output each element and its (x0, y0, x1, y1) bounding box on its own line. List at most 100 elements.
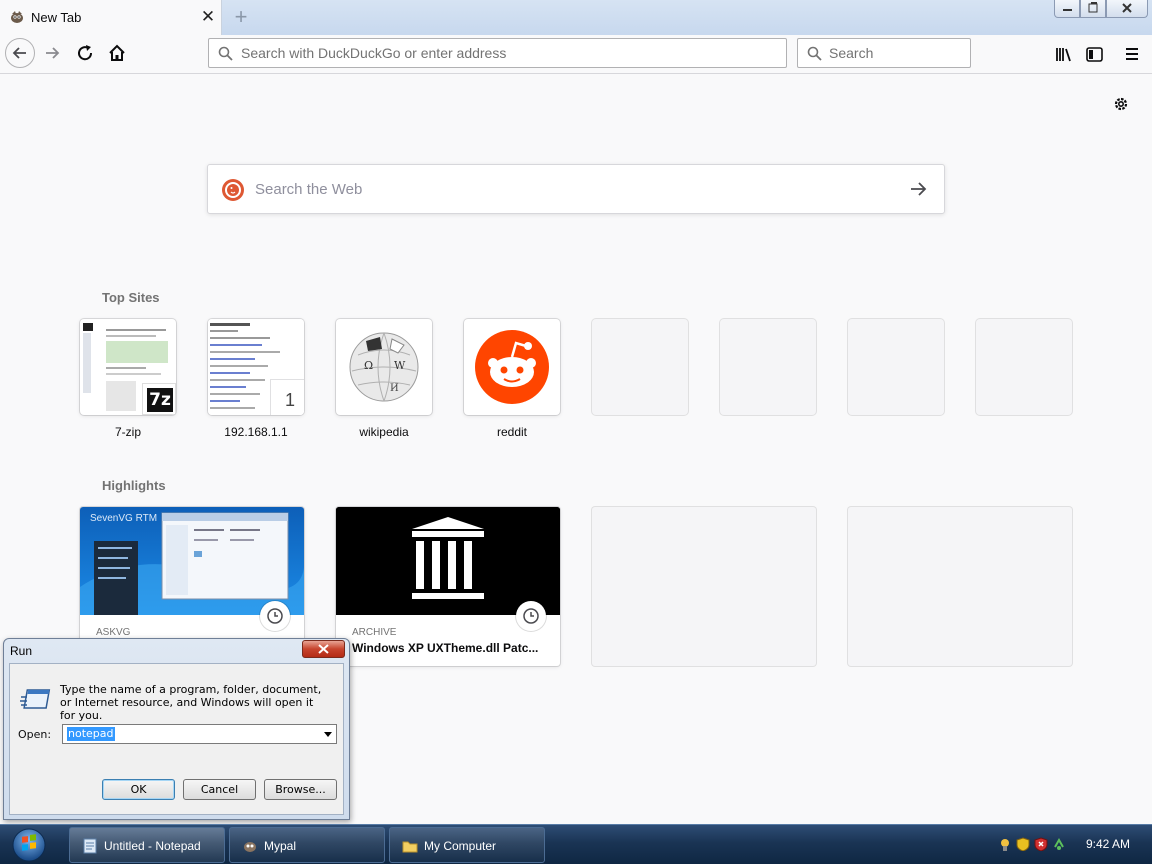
topsite-label: reddit (496, 425, 528, 439)
highlight-image-caption: SevenVG RTM (90, 513, 158, 524)
run-titlebar[interactable]: Run (4, 639, 349, 661)
highlight-empty (592, 507, 816, 666)
internet-archive-logo-icon (336, 507, 560, 615)
topsite-label: 192.168.1.1 (224, 425, 288, 439)
web-search-box[interactable] (207, 164, 945, 214)
topsite-wikipedia[interactable]: Ω W И (336, 319, 432, 415)
topsite-reddit[interactable] (464, 319, 560, 415)
restore-icon (1088, 2, 1098, 13)
run-program-icon (20, 689, 51, 709)
topsite-empty[interactable] (976, 319, 1072, 415)
open-combobox[interactable]: notepad (62, 724, 337, 744)
menu-icon (1126, 48, 1138, 60)
cancel-button[interactable]: Cancel (183, 779, 256, 800)
topsites-title: Top Sites (102, 290, 160, 305)
ok-button[interactable]: OK (102, 779, 175, 800)
start-button-icon[interactable] (10, 827, 48, 863)
browse-button[interactable]: Browse... (264, 779, 337, 800)
run-description: Type the name of a program, folder, docu… (60, 683, 322, 722)
highlight-title: Windows XP UXTheme.dll Patc... (352, 641, 539, 655)
menu-button[interactable] (1119, 41, 1147, 69)
highlight-source: ARCHIVE (352, 627, 397, 638)
run-body: Type the name of a program, folder, docu… (9, 663, 344, 815)
highlight-source: ASKVG (96, 627, 131, 638)
run-dialog: Run Type the name of a program, folder, … (3, 638, 350, 820)
mypal-favicon-icon (11, 11, 23, 23)
task-label: My Computer (424, 839, 497, 853)
folder-icon (402, 841, 418, 853)
topsite-label: 7-zip (114, 425, 141, 439)
search-icon (807, 46, 822, 61)
back-icon (12, 47, 26, 59)
minimize-button[interactable] (1054, 0, 1080, 18)
taskbar-my-computer[interactable]: My Computer (389, 827, 545, 863)
reload-icon (78, 45, 93, 61)
sidebar-icon (1086, 47, 1103, 62)
back-button[interactable] (5, 38, 35, 68)
open-label: Open: (18, 728, 52, 741)
clock-icon (516, 601, 546, 631)
highlight-card-archive[interactable]: ARCHIVE Windows XP UXTheme.dll Patc... (336, 507, 560, 666)
home-button[interactable] (104, 41, 132, 69)
minimize-icon (1063, 9, 1072, 11)
mypal-icon (244, 842, 256, 852)
home-icon (109, 44, 125, 61)
task-label: Mypal (264, 839, 297, 853)
url-bar[interactable] (208, 38, 787, 68)
forward-button[interactable] (40, 41, 68, 69)
navigation-toolbar (0, 35, 1152, 74)
reload-button[interactable] (72, 41, 100, 69)
url-input[interactable] (241, 39, 781, 67)
open-input-value[interactable]: notepad (67, 727, 115, 741)
topsite-empty[interactable] (720, 319, 816, 415)
highlight-thumbnail: SevenVG RTM (80, 507, 304, 615)
tab-new-tab[interactable]: New Tab ✕ (0, 0, 222, 35)
gear-icon[interactable] (1112, 95, 1130, 113)
topsite-7zip[interactable]: 7z (80, 319, 176, 415)
svg-text:И: И (390, 383, 399, 394)
search-bar[interactable] (797, 38, 971, 68)
tab-strip: New Tab ✕ + (0, 0, 1152, 35)
tab-close-icon[interactable]: ✕ (198, 6, 218, 28)
library-icon (1056, 48, 1071, 62)
topsite-label: wikipedia (359, 425, 409, 439)
close-icon (1122, 3, 1132, 13)
topsite-empty[interactable] (592, 319, 688, 415)
chevron-down-icon[interactable] (321, 727, 335, 741)
search-icon (218, 46, 233, 61)
7zip-logo-icon: 7z (142, 383, 176, 415)
web-search-input[interactable] (255, 165, 895, 213)
run-title: Run (10, 644, 33, 658)
sidebar-button[interactable] (1080, 41, 1108, 69)
reddit-logo-icon (475, 330, 549, 404)
svg-text:Ω: Ω (364, 359, 373, 372)
forward-icon (46, 47, 60, 59)
taskbar-mypal[interactable]: Mypal (229, 827, 385, 863)
svg-text:W: W (394, 359, 406, 372)
topsite-empty[interactable] (848, 319, 944, 415)
task-label: Untitled - Notepad (104, 839, 201, 853)
tab-title: New Tab (31, 10, 82, 25)
arrow-right-icon[interactable] (908, 179, 930, 199)
security-alert-icon[interactable] (1034, 837, 1048, 851)
shield-icon[interactable] (1016, 837, 1030, 851)
run-close-button[interactable] (302, 640, 345, 658)
site-badge: 1 (270, 379, 304, 415)
sync-icon[interactable] (1052, 837, 1066, 851)
notepad-icon (83, 838, 97, 854)
network-icon[interactable] (998, 837, 1012, 851)
highlight-empty (848, 507, 1072, 666)
duckduckgo-logo-icon (222, 179, 244, 201)
close-icon (318, 644, 329, 654)
clock[interactable]: 9:42 AM (1086, 837, 1130, 851)
new-tab-button[interactable]: + (229, 4, 253, 30)
taskbar-notepad[interactable]: Untitled - Notepad (69, 827, 225, 863)
wikipedia-globe-icon: Ω W И (349, 332, 419, 402)
restore-button[interactable] (1080, 0, 1106, 18)
topsite-router[interactable]: 1 (208, 319, 304, 415)
window-close-button[interactable] (1106, 0, 1148, 18)
taskbar: Untitled - Notepad Mypal My Computer 9:4… (0, 824, 1152, 864)
highlights-title: Highlights (102, 478, 166, 493)
library-button[interactable] (1050, 41, 1078, 69)
search-input[interactable] (829, 39, 967, 67)
